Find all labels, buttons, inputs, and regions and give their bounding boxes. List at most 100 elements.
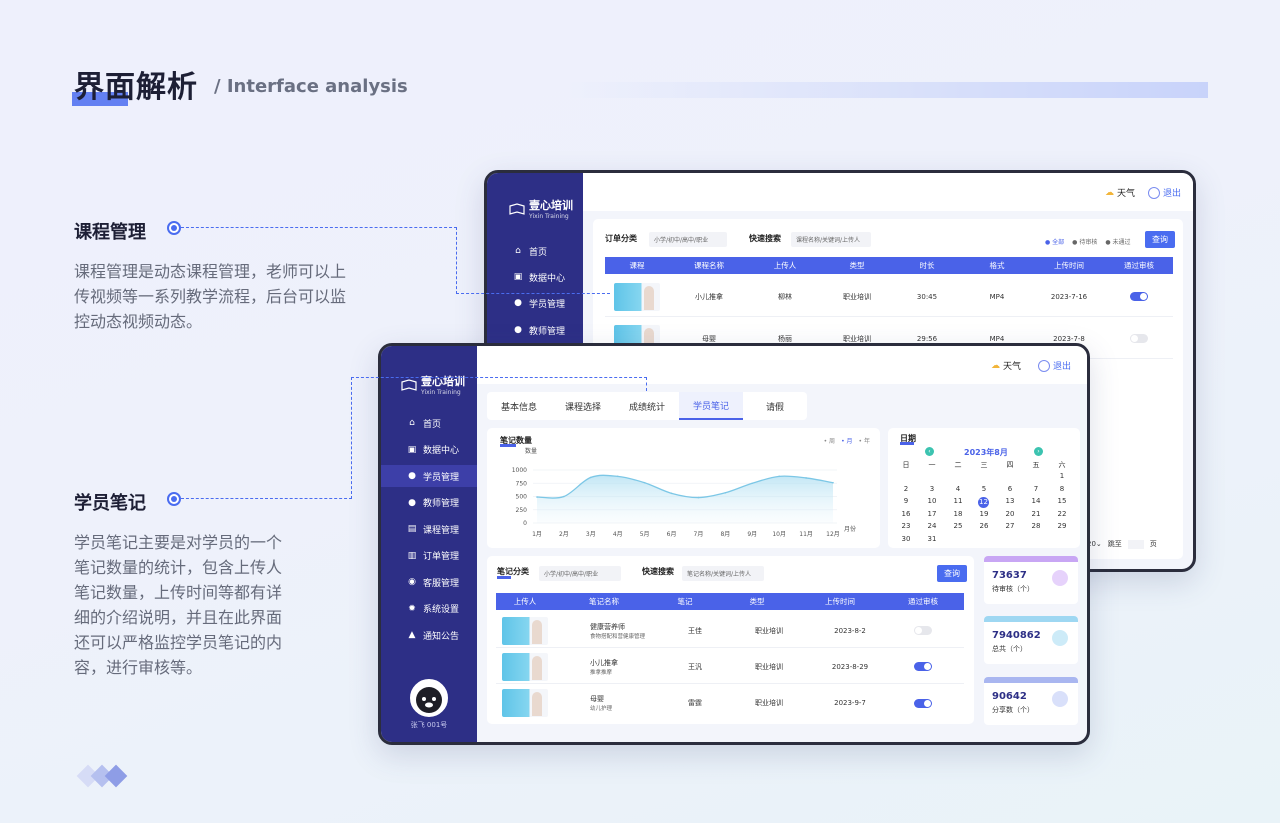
- nav-item[interactable]: ▥ 订单管理: [381, 545, 477, 567]
- tab-basic-info[interactable]: 基本信息: [487, 392, 551, 420]
- connector-line: [456, 227, 457, 294]
- table-row[interactable]: 小儿推拿 柳林 职业培训 30:45 MP4 2023-7-16: [605, 277, 1173, 317]
- calendar-day[interactable]: 13: [1000, 497, 1020, 505]
- weekday-label: 四: [1006, 461, 1014, 469]
- query-button[interactable]: 查询: [1145, 231, 1175, 248]
- query-button[interactable]: 查询: [937, 565, 967, 582]
- calendar-day[interactable]: 6: [1000, 485, 1020, 493]
- sidebar: 壹心培训 Yixin Training ⌂ 首页 ▣ 数据中心 ● 学员管理 ● 教师管理 ▤ 课…: [381, 346, 477, 742]
- calendar-day[interactable]: 1: [1052, 472, 1072, 480]
- nav-item[interactable]: ▣ 数据中心: [381, 439, 477, 461]
- nav-item[interactable]: ▲ 通知公告: [381, 624, 477, 646]
- calendar-day[interactable]: 16: [896, 510, 916, 518]
- calendar-day[interactable]: 2: [896, 485, 916, 493]
- calendar-day[interactable]: 30: [896, 535, 916, 543]
- data-point: [697, 496, 700, 499]
- radio-all[interactable]: ● 全部: [1045, 237, 1064, 246]
- chart-icon: ▣: [513, 272, 523, 282]
- y-tick-label: 1000: [512, 467, 527, 474]
- calendar-day[interactable]: 21: [1026, 510, 1046, 518]
- nav-item[interactable]: ✹ 系统设置: [381, 598, 477, 620]
- nav-item-data[interactable]: ▣ 数据中心: [487, 266, 583, 288]
- search-input[interactable]: 课程名称/关键词/上传人: [791, 232, 871, 247]
- filter-input[interactable]: 小学/初中/高中/职业: [539, 566, 621, 581]
- table-row[interactable]: 小儿推拿 推拿推摩 王汎 职业培训 2023-8-29: [496, 650, 964, 684]
- calendar-card: 日期 ‹ 2023年8月 › 日一二三四五六 1 2 3 4 5 6 7 8 9 10 11 12 13 1…: [888, 428, 1080, 548]
- calendar-day[interactable]: 18: [948, 510, 968, 518]
- topbar: ☁ 天气 退出: [477, 346, 1087, 384]
- jump-input[interactable]: [1127, 539, 1144, 549]
- calendar-day[interactable]: 26: [974, 522, 994, 530]
- gear-icon: ✹: [408, 603, 416, 614]
- calendar-day[interactable]: 23: [896, 522, 916, 530]
- nav-item[interactable]: ⌂ 首页: [381, 412, 477, 434]
- weekday-label: 一: [928, 461, 936, 469]
- radio-pending[interactable]: ● 待审核: [1072, 237, 1097, 246]
- table-row[interactable]: 健康营养师 食物搭配和营健康管理 王佳 职业培训 2023-8-2: [496, 614, 964, 648]
- calendar-day[interactable]: 29: [1052, 522, 1072, 530]
- logout-button[interactable]: 退出: [1147, 186, 1181, 199]
- nav-item[interactable]: ● 教师管理: [381, 492, 477, 514]
- filter-input[interactable]: 小学/初中/高中/职业: [649, 232, 727, 247]
- weekday-label: 日: [902, 461, 910, 469]
- calendar-day[interactable]: 28: [1026, 522, 1046, 530]
- calendar-day[interactable]: 22: [1052, 510, 1072, 518]
- course-name: 小儿推拿: [695, 292, 723, 301]
- connector-line: [181, 498, 352, 499]
- calendar-day[interactable]: 9: [896, 497, 916, 505]
- column-header: 上传人: [773, 261, 797, 270]
- approve-toggle[interactable]: [914, 698, 932, 708]
- calendar-day[interactable]: 15: [1052, 497, 1072, 505]
- prev-month-button[interactable]: ‹: [925, 447, 934, 456]
- nav-item[interactable]: ● 学员管理: [381, 465, 477, 487]
- data-point: [805, 477, 807, 479]
- x-axis-label: 月份: [844, 525, 856, 533]
- calendar-day[interactable]: 27: [1000, 522, 1020, 530]
- logout-button[interactable]: 退出: [1037, 359, 1071, 372]
- calendar-day[interactable]: 14: [1026, 497, 1046, 505]
- nav-item[interactable]: ◉ 客服管理: [381, 571, 477, 593]
- y-tick-label: 0: [523, 520, 527, 527]
- nav-item[interactable]: ▤ 课程管理: [381, 518, 477, 540]
- approve-toggle[interactable]: [1130, 292, 1148, 301]
- next-month-button[interactable]: ›: [1034, 447, 1043, 456]
- notes-panel: 笔记分类 小学/初中/高中/职业 快速搜索 笔记名称/关键词/上传人 查询 上传…: [487, 556, 974, 724]
- calendar-day[interactable]: 12: [978, 497, 989, 508]
- nav-item-home[interactable]: ⌂ 首页: [487, 240, 583, 262]
- calendar-day[interactable]: 11: [948, 497, 968, 505]
- calendar-day[interactable]: 10: [922, 497, 942, 505]
- nav-label: 学员管理: [529, 299, 566, 310]
- radio-rejected[interactable]: ● 未通过: [1105, 237, 1130, 246]
- approve-toggle[interactable]: [914, 662, 932, 671]
- calendar-day[interactable]: 5: [974, 485, 994, 493]
- column-header: 类型: [849, 261, 865, 270]
- calendar-day[interactable]: 7: [1026, 485, 1046, 493]
- approve-toggle[interactable]: [1130, 334, 1148, 343]
- calendar-day[interactable]: 20: [1000, 510, 1020, 518]
- tab-leave[interactable]: 请假: [743, 392, 807, 420]
- section-title-course: 课程管理: [74, 222, 146, 243]
- logo-icon: [509, 202, 525, 215]
- calendar-day[interactable]: 8: [1052, 485, 1072, 493]
- nav-item-students[interactable]: ● 学员管理: [487, 292, 583, 314]
- tab-course-select[interactable]: 课程选择: [551, 392, 615, 420]
- nav-label: 客服管理: [423, 578, 460, 589]
- calendar-day[interactable]: 4: [948, 485, 968, 493]
- x-tick-label: 3月: [586, 531, 596, 538]
- connector-line: [456, 293, 610, 294]
- tab-student-notes[interactable]: 学员笔记: [679, 392, 743, 420]
- table-row[interactable]: 母婴 幼儿护理 雷霆 职业培训 2023-9-7: [496, 686, 964, 720]
- tab-grades[interactable]: 成绩统计: [615, 392, 679, 420]
- calendar-day[interactable]: 17: [922, 510, 942, 518]
- approve-toggle[interactable]: [914, 626, 932, 635]
- avatar[interactable]: [410, 679, 448, 717]
- uploader: 柳林: [778, 292, 792, 301]
- search-input[interactable]: 笔记名称/关键词/上传人: [682, 566, 764, 581]
- calendar-day[interactable]: 25: [948, 522, 968, 530]
- calendar-day[interactable]: 3: [922, 485, 942, 493]
- calendar-day[interactable]: 24: [922, 522, 942, 530]
- calendar-day[interactable]: 31: [922, 535, 942, 543]
- nav-item-teachers[interactable]: ● 教师管理: [487, 319, 583, 341]
- data-point: [563, 495, 565, 498]
- calendar-day[interactable]: 19: [974, 510, 994, 518]
